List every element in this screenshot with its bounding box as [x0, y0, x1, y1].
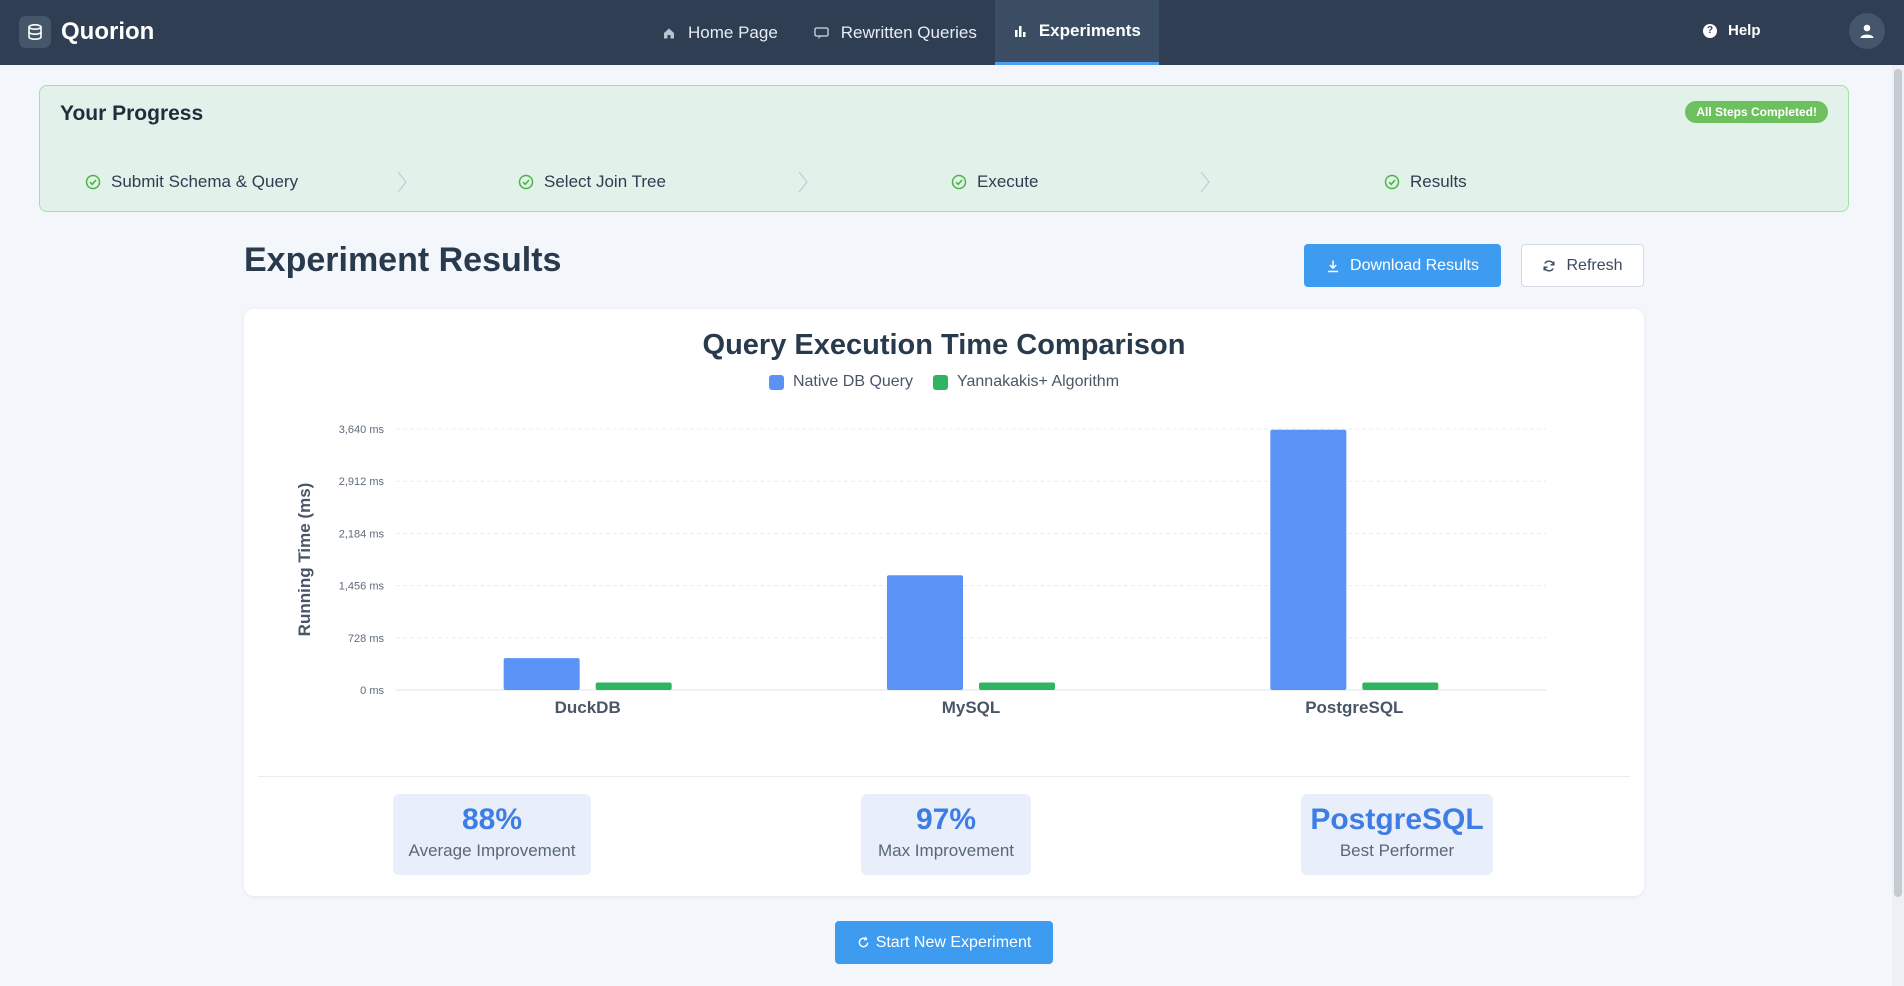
nav-queries-label: Rewritten Queries — [840, 22, 977, 42]
bar-duckdb-native — [503, 658, 580, 690]
legend-label: Yannakakis+ Algorithm — [957, 373, 1120, 390]
bar-mysql-yannakakis — [979, 682, 1055, 690]
bar-chart-icon — [1013, 24, 1027, 38]
stat-best-performer: PostgreSQL Best Performer — [1301, 794, 1493, 875]
brand[interactable]: Quorion — [19, 16, 154, 48]
step-label: Execute — [977, 172, 1039, 191]
progress-panel: Your Progress All Steps Completed! Submi… — [39, 85, 1849, 212]
database-icon — [19, 16, 51, 48]
bar-chart: 0 ms 728 ms 1,456 ms 2,184 ms 2,912 ms 3,640 … — [295, 424, 1546, 717]
legend-swatch — [933, 374, 949, 390]
check-circle-icon — [1384, 174, 1400, 190]
check-circle-icon — [85, 174, 101, 190]
stat-label: Best Performer — [1339, 841, 1455, 860]
nav-experiments[interactable]: Experiments — [994, 0, 1159, 65]
legend-swatch — [768, 374, 784, 390]
x-tick-label: PostgreSQL — [1305, 698, 1403, 717]
step-label: Submit Schema & Query — [111, 172, 299, 191]
stat-value: PostgreSQL — [1310, 803, 1484, 836]
bar-duckdb-yannakakis — [595, 682, 672, 690]
download-icon — [1326, 259, 1340, 273]
results-card: Query Execution Time Comparison Native D… — [244, 309, 1644, 896]
stat-value: 88% — [461, 803, 523, 836]
y-axis-label: Running Time (ms) — [295, 483, 314, 637]
step-submit-schema[interactable]: Submit Schema & Query — [85, 172, 298, 192]
scroll-thumb[interactable] — [1894, 69, 1902, 897]
chevron-right-icon — [798, 171, 808, 193]
download-results-button[interactable]: Download Results — [1304, 244, 1501, 287]
bar-postgresql-native — [1270, 429, 1347, 690]
step-label: Select Join Tree — [544, 172, 666, 191]
nav-experiments-label: Experiments — [1038, 21, 1141, 40]
refresh-icon — [1542, 259, 1556, 273]
main-nav: Home Page Rewritten Queries Experiments — [644, 0, 1159, 65]
check-circle-icon — [518, 174, 534, 190]
stat-label: Max Improvement — [877, 841, 1015, 860]
y-tick-label: 3,640 ms — [339, 424, 385, 436]
y-tick-label: 2,184 ms — [339, 528, 385, 540]
help-label: Help — [1728, 22, 1761, 39]
bar-postgresql-yannakakis — [1362, 682, 1439, 690]
download-label: Download Results — [1350, 256, 1479, 274]
x-tick-label: MySQL — [942, 698, 1001, 717]
y-tick-label: 2,912 ms — [339, 476, 385, 488]
check-circle-icon — [951, 174, 967, 190]
chevron-right-icon — [397, 171, 407, 193]
stat-max-improvement: 97% Max Improvement — [861, 794, 1031, 875]
nav-home-label: Home Page — [688, 22, 778, 42]
home-icon — [662, 26, 676, 40]
divider — [258, 776, 1630, 777]
legend-item-native[interactable]: Native DB Query — [768, 373, 914, 391]
y-tick-label: 0 ms — [360, 685, 384, 697]
legend-label: Native DB Query — [792, 373, 914, 390]
chart-legend: Native DB Query Yannakakis+ Algorithm — [244, 373, 1644, 391]
page-title: Experiment Results — [244, 241, 562, 279]
user-avatar[interactable] — [1849, 13, 1885, 49]
chart-title: Query Execution Time Comparison — [702, 329, 1186, 361]
user-icon — [1860, 24, 1874, 38]
refresh-button[interactable]: Refresh — [1521, 244, 1644, 287]
status-badge: All Steps Completed! — [1685, 101, 1828, 123]
top-nav-bar: Quorion Home Page Rewritten Queries Expe… — [0, 0, 1904, 65]
chevron-right-icon — [1200, 171, 1210, 193]
step-label: Results — [1410, 172, 1467, 191]
question-icon: ? — [1703, 23, 1717, 38]
stat-label: Average Improvement — [408, 841, 576, 860]
step-results[interactable]: Results — [1384, 172, 1467, 192]
legend-item-yannakakis[interactable]: Yannakakis+ Algorithm — [933, 373, 1119, 391]
app-name: Quorion — [61, 18, 155, 45]
help-link[interactable]: ? Help — [1703, 22, 1761, 39]
step-execute[interactable]: Execute — [951, 172, 1038, 192]
refresh-label: Refresh — [1566, 256, 1623, 274]
step-select-join-tree[interactable]: Select Join Tree — [518, 172, 666, 192]
scrollbar[interactable] — [1892, 65, 1904, 986]
new-experiment-label: Start New Experiment — [875, 933, 1032, 951]
start-new-experiment-button[interactable]: Start New Experiment — [835, 921, 1053, 964]
y-tick-label: 728 ms — [348, 633, 385, 645]
progress-title: Your Progress — [60, 102, 204, 125]
stat-value: 97% — [915, 803, 977, 836]
queries-icon — [814, 26, 829, 40]
x-tick-label: DuckDB — [555, 698, 621, 717]
y-tick-label: 1,456 ms — [339, 581, 385, 593]
nav-rewritten-queries[interactable]: Rewritten Queries — [796, 0, 995, 65]
refresh-icon — [857, 936, 870, 949]
stat-average-improvement: 88% Average Improvement — [393, 794, 591, 875]
bar-mysql-native — [887, 575, 963, 690]
nav-home[interactable]: Home Page — [644, 0, 796, 65]
